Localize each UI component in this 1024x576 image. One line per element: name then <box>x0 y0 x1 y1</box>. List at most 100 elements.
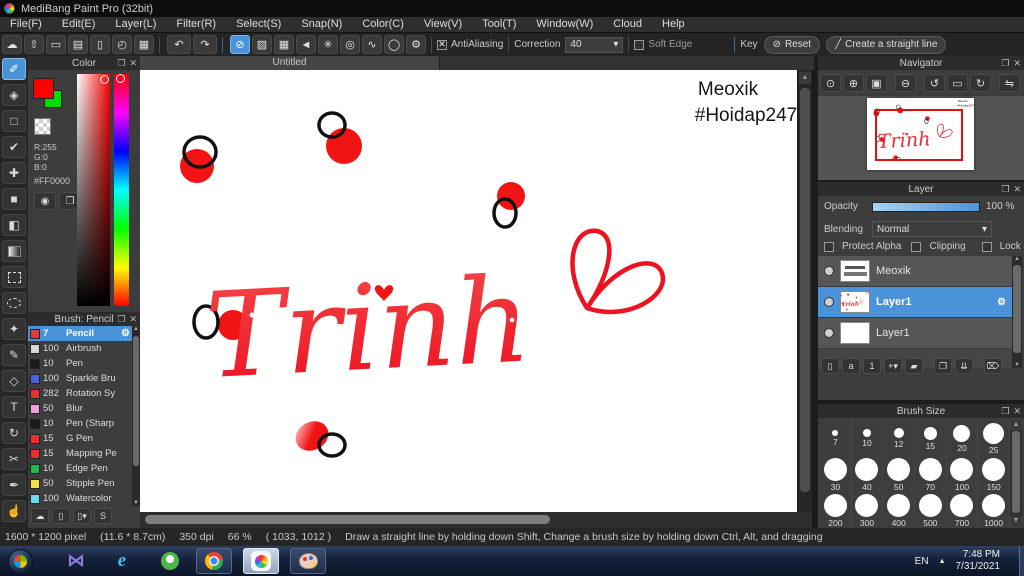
taskbar-medibang-button[interactable] <box>243 548 279 574</box>
brush-item-g-pen[interactable]: 15 G Pen <box>28 431 132 446</box>
brush-item-sparkle-bru[interactable]: 100 Sparkle Bru <box>28 371 132 386</box>
menu-layer[interactable]: Layer(L) <box>105 17 166 32</box>
menu-window[interactable]: Window(W) <box>526 17 603 32</box>
brush-item-blur[interactable]: 50 Blur <box>28 401 132 416</box>
hue-cursor[interactable] <box>116 74 125 83</box>
tool-brush[interactable]: ✐ <box>2 58 26 80</box>
brush-item-rotation-sy[interactable]: 282 Rotation Sy <box>28 386 132 401</box>
brush-list-scrollbar[interactable]: ▲ ▼ <box>132 326 140 506</box>
tool-magic-wand[interactable]: ✦ <box>2 318 26 340</box>
fit-window-button[interactable]: ▣ <box>866 74 887 92</box>
grid-snap-button[interactable]: ▦ <box>274 35 294 54</box>
brush-size-10[interactable]: 10 <box>852 420 884 456</box>
tray-expand-icon[interactable]: ▲ <box>939 558 946 565</box>
snap-off-button[interactable]: ⊘ <box>230 35 250 54</box>
menu-snap[interactable]: Snap(N) <box>291 17 352 32</box>
tool-select-eraser[interactable]: ◇ <box>2 370 26 392</box>
add-brush-button[interactable]: ▯ <box>52 508 70 524</box>
layer-visibility-toggle[interactable] <box>824 266 834 276</box>
brush-item-mapping-pe[interactable]: 15 Mapping Pe <box>28 446 132 461</box>
comments-button[interactable]: ▤ <box>68 35 88 54</box>
history-button[interactable]: ◴ <box>112 35 132 54</box>
layer-visibility-toggle[interactable] <box>824 328 834 338</box>
layer-list-scrollbar[interactable]: ▲ ▼ <box>1012 256 1022 368</box>
popout-icon[interactable]: ❐ <box>1001 56 1009 70</box>
scroll-thumb[interactable] <box>145 515 550 524</box>
layer-folder-button[interactable]: ▰ <box>905 358 923 374</box>
brush-size-500[interactable]: 500 <box>915 492 947 528</box>
menu-filter[interactable]: Filter(R) <box>166 17 226 32</box>
brush-item-stipple-pen[interactable]: 50 Stipple Pen <box>28 476 132 491</box>
tool-eyedropper[interactable]: ✒ <box>2 474 26 496</box>
add-1bit-layer-button[interactable]: 1 <box>863 358 881 374</box>
brush-item-edge-pen[interactable]: 10 Edge Pen <box>28 461 132 476</box>
add-layer-menu-button[interactable]: +▾ <box>884 358 902 374</box>
show-desktop-button[interactable] <box>1019 546 1024 576</box>
tool-eraser[interactable]: ◈ <box>2 84 26 106</box>
document-tab[interactable]: Untitled <box>140 56 440 70</box>
tool-select-lasso[interactable] <box>2 292 26 314</box>
brush-size-400[interactable]: 400 <box>883 492 915 528</box>
brush-size-1000[interactable]: 1000 <box>978 492 1010 528</box>
upload-brush-button[interactable]: ☁ <box>31 508 49 524</box>
redo-button[interactable]: ↷ <box>193 35 217 54</box>
tool-select-pen[interactable]: ✎ <box>2 344 26 366</box>
close-icon[interactable]: ✕ <box>129 312 137 326</box>
tool-gradient[interactable] <box>2 240 26 262</box>
brush-item-watercolor[interactable]: 100 Watercolor <box>28 491 132 506</box>
correction-dropdown[interactable]: 40 ▾ <box>565 36 624 53</box>
brush-size-200[interactable]: 200 <box>820 492 852 528</box>
gear-icon[interactable]: ⚙ <box>997 297 1006 308</box>
flip-horizontal-button[interactable]: ⇋ <box>999 74 1020 92</box>
tiles-button[interactable]: ▦ <box>134 35 154 54</box>
layer-row-meoxik-0[interactable]: Meoxik <box>818 256 1012 287</box>
brush-size-100[interactable]: 100 <box>947 456 979 492</box>
zoom-out-button[interactable]: ⊖ <box>895 74 916 92</box>
reset-view-button[interactable]: ▭ <box>947 74 968 92</box>
menu-cloud[interactable]: Cloud <box>603 17 652 32</box>
menu-help[interactable]: Help <box>652 17 695 32</box>
drawing-canvas[interactable]: Trinh Meoxik #Hoidap247 <box>140 70 797 512</box>
saturation-value-box[interactable] <box>77 74 110 306</box>
brush-size-300[interactable]: 300 <box>852 492 884 528</box>
transparent-color-swatch[interactable] <box>34 118 51 135</box>
concentric-snap-button[interactable]: ◎ <box>340 35 360 54</box>
taskbar-internet-explorer-icon[interactable]: e <box>104 548 140 574</box>
brush-size-25[interactable]: 25 <box>978 420 1010 456</box>
duplicate-layer-button[interactable]: ❐ <box>934 358 952 374</box>
document-button[interactable]: ▯ <box>90 35 110 54</box>
menu-edit[interactable]: Edit(E) <box>52 17 106 32</box>
tool-fill-shape[interactable]: ■ <box>2 188 26 210</box>
close-icon[interactable]: ✕ <box>1013 404 1021 418</box>
close-icon[interactable]: ✕ <box>129 56 137 70</box>
publish-button[interactable]: ⇧ <box>24 35 44 54</box>
add-layer-button[interactable]: ▯ <box>821 358 839 374</box>
parallel-snap-button[interactable]: ▨ <box>252 35 272 54</box>
opacity-slider[interactable] <box>872 201 980 212</box>
taskbar-kmplayer-icon[interactable]: ⋈ <box>58 548 94 574</box>
taskbar-clock[interactable]: 7:48 PM 7/31/2021 <box>956 549 1001 573</box>
scroll-up-icon[interactable]: ▲ <box>799 72 811 84</box>
foreground-color-swatch[interactable] <box>33 78 54 99</box>
scroll-thumb[interactable] <box>1012 431 1020 513</box>
language-indicator[interactable]: EN <box>915 556 929 567</box>
ellipse-snap-button[interactable]: ◯ <box>384 35 404 54</box>
scroll-up-icon[interactable]: ▲ <box>1012 256 1022 262</box>
tool-text[interactable]: T <box>2 396 26 418</box>
lock-checkbox[interactable] <box>981 241 992 252</box>
sv-cursor[interactable] <box>100 75 109 84</box>
brush-size-15[interactable]: 15 <box>915 420 947 456</box>
popout-icon[interactable]: ❐ <box>117 312 125 326</box>
zoom-original-button[interactable]: ⊙ <box>820 74 841 92</box>
scroll-up-icon[interactable]: ▲ <box>1010 420 1022 430</box>
zoom-in-button[interactable]: ⊕ <box>843 74 864 92</box>
menu-select[interactable]: Select(S) <box>226 17 291 32</box>
taskbar-paint-button[interactable] <box>290 548 326 574</box>
scroll-down-icon[interactable]: ▼ <box>1010 516 1022 526</box>
brush-size-30[interactable]: 30 <box>820 456 852 492</box>
tool-figure-brush[interactable]: □ <box>2 110 26 132</box>
close-icon[interactable]: ✕ <box>1013 182 1021 196</box>
popout-icon[interactable]: ❐ <box>1001 182 1009 196</box>
menu-view[interactable]: View(V) <box>414 17 472 32</box>
clipping-checkbox[interactable] <box>911 241 922 252</box>
